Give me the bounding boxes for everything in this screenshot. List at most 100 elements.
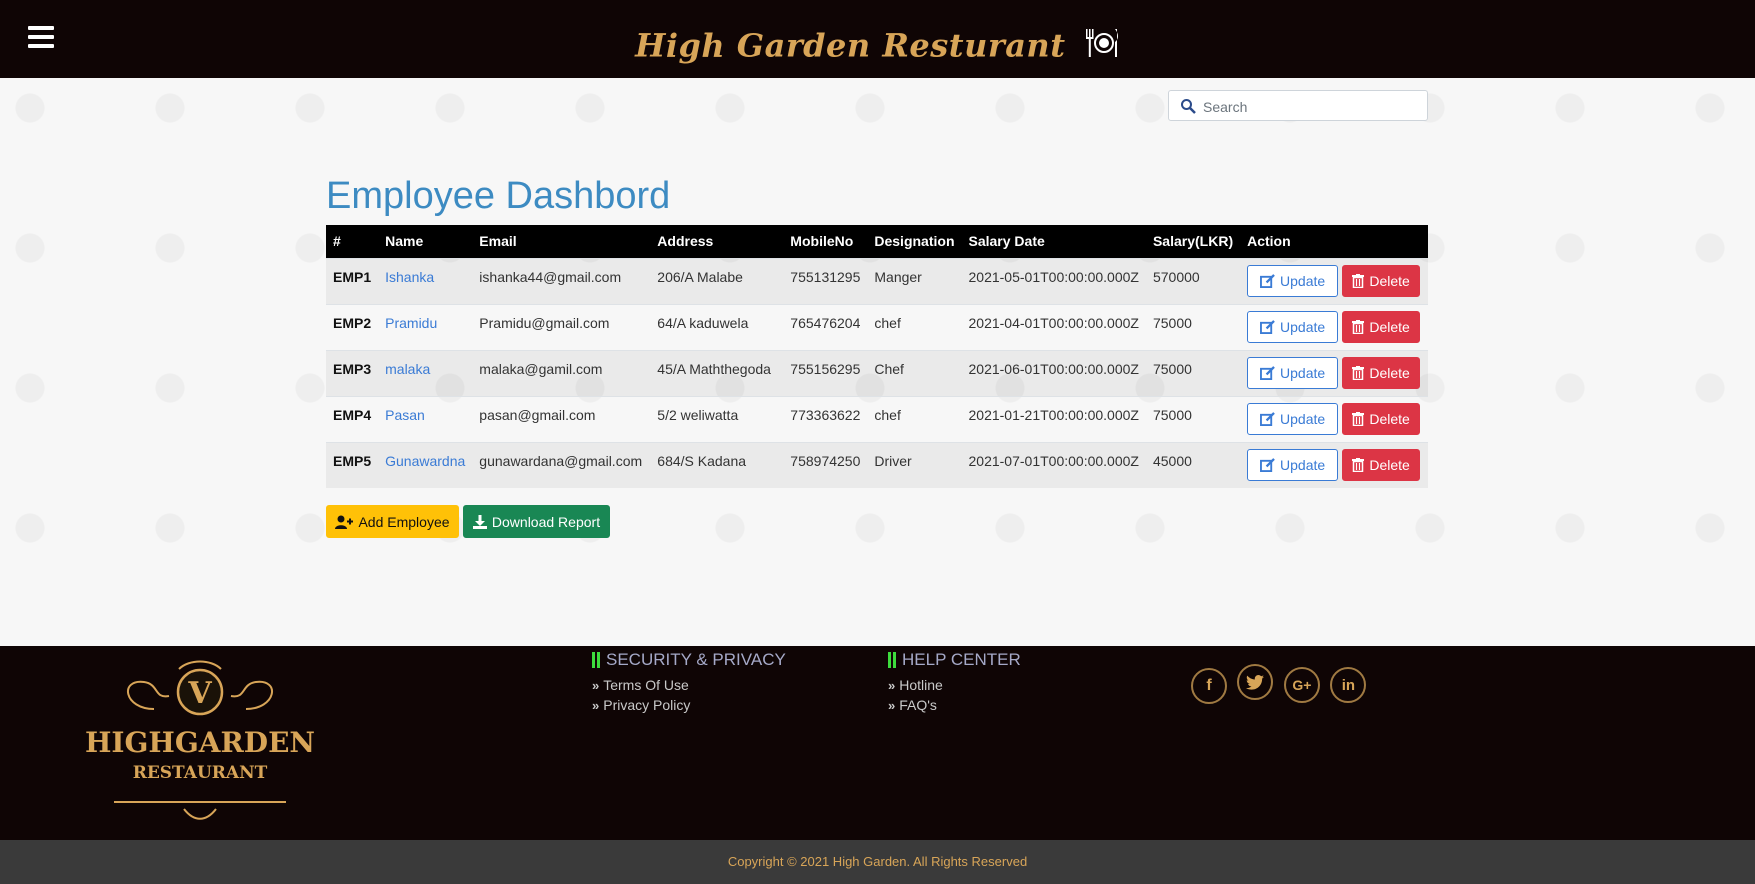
table-row: EMP3 malaka malaka@gamil.com 45/A Maththego…: [326, 349, 1428, 396]
column-header: Action: [1247, 233, 1291, 250]
top-navbar: High Garden Resturant: [0, 0, 1755, 78]
cell-salary: 570000: [1145, 257, 1241, 304]
security-heading: SECURITY & PRIVACY: [592, 650, 786, 670]
update-button[interactable]: Update: [1247, 402, 1339, 435]
cell-salary: 75000: [1145, 303, 1241, 350]
update-label: Update: [1280, 410, 1326, 427]
delete-button[interactable]: Delete: [1342, 448, 1421, 481]
employee-name-link[interactable]: Pramidu: [385, 315, 437, 331]
download-report-button[interactable]: Download Report: [463, 505, 610, 538]
cell-designation: Chef: [867, 349, 962, 396]
update-button[interactable]: Update: [1247, 310, 1339, 343]
cell-address: 206/A Malabe: [650, 257, 784, 304]
update-label: Update: [1280, 272, 1326, 289]
cell-name: Pasan: [378, 395, 473, 442]
help-center-section: HELP CENTER » Hotline » FAQ's: [888, 650, 1021, 717]
update-button[interactable]: Update: [1247, 356, 1339, 389]
table-row: EMP1 Ishanka ishanka44@gmail.com 206/A Mala…: [326, 257, 1428, 304]
delete-label: Delete: [1369, 318, 1410, 335]
cell-id: EMP4: [326, 395, 379, 442]
cell-id: EMP2: [326, 303, 379, 350]
logo-letter: V: [187, 676, 212, 711]
security-privacy-section: SECURITY & PRIVACY » Terms Of Use » Privac…: [592, 650, 786, 717]
column-header: Salary Date: [968, 233, 1045, 250]
search-field[interactable]: [1168, 90, 1428, 122]
faq-link[interactable]: » FAQ's: [888, 697, 1021, 713]
add-employee-button[interactable]: Add Employee: [326, 505, 459, 538]
update-label: Update: [1280, 364, 1326, 381]
linkedin-icon[interactable]: in: [1330, 667, 1367, 703]
trash-icon: [1352, 365, 1365, 380]
double-chevron-right-icon: »: [592, 678, 600, 693]
terms-of-use-link[interactable]: » Terms Of Use: [592, 677, 786, 693]
cell-name: Gunawardna: [378, 441, 473, 488]
employee-table: # Name Email Address MobileNo Designatio…: [326, 225, 1428, 488]
update-button[interactable]: Update: [1247, 264, 1339, 297]
help-title: HELP CENTER: [902, 650, 1021, 669]
column-header: Name: [385, 233, 424, 250]
column-header: Address: [657, 233, 714, 250]
cell-action: Update Delete: [1240, 441, 1428, 488]
trash-icon: [1352, 457, 1365, 472]
employee-name-link[interactable]: malaka: [385, 361, 430, 377]
trash-icon: [1352, 273, 1365, 288]
table-row: EMP4 Pasan pasan@gmail.com 5/2 weliwatta 773…: [326, 395, 1428, 442]
delete-label: Delete: [1369, 410, 1410, 427]
cell-id: EMP3: [326, 349, 379, 396]
privacy-policy-link[interactable]: » Privacy Policy: [592, 697, 786, 713]
cell-mobile: 755156295: [783, 349, 868, 396]
trash-icon: [1352, 411, 1365, 426]
column-header: Designation: [874, 233, 955, 250]
cell-action: Update Delete: [1240, 257, 1428, 304]
column-header: Salary(LKR): [1152, 233, 1234, 250]
cell-action: Update Delete: [1240, 395, 1428, 442]
cell-mobile: 765476204: [783, 303, 868, 350]
delete-button[interactable]: Delete: [1342, 310, 1421, 343]
cell-salary: 75000: [1145, 349, 1241, 396]
highgarden-logo: V HIGHGARDEN RESTAURANT: [84, 654, 316, 824]
main-content: Employee Dashbord # Name Email Address M…: [0, 78, 1755, 646]
cell-name: Ishanka: [378, 257, 473, 304]
cell-salary-date: 2021-06-01T00:00:00.000Z: [961, 349, 1146, 396]
cell-address: 64/A kaduwela: [650, 303, 784, 350]
add-employee-label: Add Employee: [358, 513, 450, 530]
column-header: Email: [479, 233, 517, 250]
cell-email: ishanka44@gmail.com: [472, 257, 651, 304]
cell-email: pasan@gmail.com: [472, 395, 651, 442]
download-icon: [472, 514, 487, 529]
hotline-link[interactable]: » Hotline: [888, 677, 1021, 693]
employee-name-link[interactable]: Pasan: [385, 407, 425, 423]
delete-label: Delete: [1369, 272, 1410, 289]
cell-salary-date: 2021-05-01T00:00:00.000Z: [961, 257, 1146, 304]
delete-label: Delete: [1369, 364, 1410, 381]
cell-name: Pramidu: [378, 303, 473, 350]
delete-button[interactable]: Delete: [1342, 264, 1421, 297]
employee-name-link[interactable]: Gunawardna: [385, 453, 465, 469]
cell-email: gunawardana@gmail.com: [472, 441, 651, 488]
page-title: Employee Dashbord: [326, 175, 671, 217]
cell-address: 684/S Kadana: [650, 441, 784, 488]
cell-salary-date: 2021-07-01T00:00:00.000Z: [961, 441, 1146, 488]
delete-button[interactable]: Delete: [1342, 356, 1421, 389]
copyright-bar: Copyright © 2021 High Garden. All Rights…: [0, 840, 1755, 884]
google-plus-icon[interactable]: G+: [1283, 666, 1320, 703]
hotline-label: Hotline: [899, 677, 943, 693]
cell-action: Update Delete: [1240, 303, 1428, 350]
user-plus-icon: [335, 515, 354, 529]
employee-name-link[interactable]: Ishanka: [385, 269, 434, 285]
cell-designation: Driver: [867, 441, 962, 488]
search-input[interactable]: [1201, 91, 1425, 122]
terms-of-use-label: Terms Of Use: [603, 677, 689, 693]
cell-address: 5/2 weliwatta: [650, 395, 784, 442]
double-chevron-right-icon: »: [592, 698, 600, 713]
twitter-icon[interactable]: [1237, 664, 1274, 700]
cell-address: 45/A Maththegoda: [650, 349, 784, 396]
update-button[interactable]: Update: [1247, 448, 1339, 481]
cell-action: Update Delete: [1240, 349, 1428, 396]
facebook-icon[interactable]: f: [1191, 667, 1227, 704]
help-heading: HELP CENTER: [888, 650, 1021, 670]
cell-salary: 45000: [1145, 441, 1241, 488]
copyright-text: Copyright © 2021 High Garden. All Rights…: [727, 854, 1028, 869]
edit-icon: [1260, 273, 1275, 288]
delete-button[interactable]: Delete: [1342, 402, 1421, 435]
